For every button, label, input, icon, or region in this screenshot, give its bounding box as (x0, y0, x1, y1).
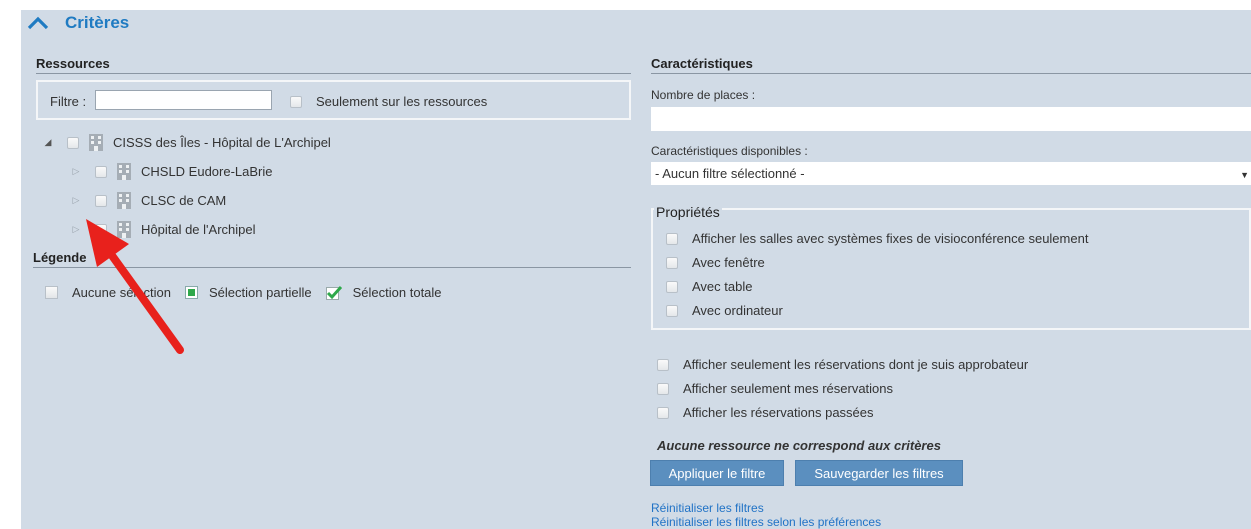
building-icon (117, 192, 131, 209)
legend-none-label: Aucune sélection (72, 285, 172, 300)
property-checkbox[interactable] (666, 256, 678, 269)
dropdown-caret-icon: ▼ (1240, 170, 1249, 180)
legend-partial-swatch (185, 286, 199, 299)
no-results-notice: Aucune ressource ne correspond aux critè… (657, 438, 941, 453)
tree-node-label[interactable]: CHSLD Eudore-LaBrie (141, 164, 273, 179)
option-approver[interactable]: Afficher seulement les réservations dont… (657, 357, 1028, 372)
checkmark-icon (325, 285, 342, 300)
tree-node-checkbox[interactable] (95, 223, 107, 236)
characteristics-section-title: Caractéristiques (651, 56, 1251, 74)
reset-filters-preferences-link[interactable]: Réinitialiser les filtres selon les préf… (651, 515, 881, 529)
property-checkbox[interactable] (666, 232, 678, 245)
tree-collapsed-icon[interactable]: ▷ (71, 195, 81, 206)
only-resources-label: Seulement sur les ressources (316, 94, 488, 109)
tree-node-child[interactable]: ▷ CLSC de CAM (71, 192, 226, 209)
property-option[interactable]: Avec ordinateur (666, 303, 783, 318)
tree-node-label[interactable]: CISSS des Îles - Hôpital de L'Archipel (113, 135, 331, 150)
tree-collapsed-icon[interactable]: ▷ (71, 166, 81, 177)
option-mine[interactable]: Afficher seulement mes réservations (657, 381, 893, 396)
legend-none-swatch (45, 286, 58, 299)
resources-section-title: Ressources (36, 56, 631, 74)
reset-filters-link[interactable]: Réinitialiser les filtres (651, 501, 764, 515)
only-resources-option[interactable]: Seulement sur les ressources (290, 94, 487, 109)
building-icon (117, 163, 131, 180)
only-resources-checkbox[interactable] (290, 95, 302, 108)
legend-section-title: Légende (33, 250, 631, 268)
tree-node-label[interactable]: CLSC de CAM (141, 193, 226, 208)
legend-partial-label: Sélection partielle (209, 285, 312, 300)
properties-title: Propriétés (654, 204, 722, 220)
option-label: Afficher seulement les réservations dont… (683, 357, 1029, 372)
tree-node-checkbox[interactable] (95, 194, 107, 207)
option-checkbox[interactable] (657, 382, 669, 395)
option-label: Afficher les réservations passées (683, 405, 874, 420)
property-label: Afficher les salles avec systèmes fixes … (692, 231, 1089, 246)
tree-node-root[interactable]: ◢ CISSS des Îles - Hôpital de L'Archipel (43, 134, 331, 151)
building-icon (117, 221, 131, 238)
criteria-panel: Critères Ressources Filtre : Seulement s… (21, 10, 1251, 529)
tree-node-child[interactable]: ▷ Hôpital de l'Archipel (71, 221, 256, 238)
building-icon (89, 134, 103, 151)
property-option[interactable]: Avec fenêtre (666, 255, 765, 270)
option-checkbox[interactable] (657, 406, 669, 419)
apply-filter-button[interactable]: Appliquer le filtre (650, 460, 784, 486)
chevron-up-icon[interactable] (27, 16, 49, 30)
property-option[interactable]: Avec table (666, 279, 752, 294)
tree-node-child[interactable]: ▷ CHSLD Eudore-LaBrie (71, 163, 273, 180)
legend-row: Aucune sélection Sélection partielle Sél… (45, 285, 442, 300)
property-label: Avec table (692, 279, 753, 294)
property-label: Avec fenêtre (692, 255, 765, 270)
save-filters-button[interactable]: Sauvegarder les filtres (795, 460, 963, 486)
select-value: - Aucun filtre sélectionné - (655, 166, 805, 181)
option-label: Afficher seulement mes réservations (683, 381, 894, 396)
property-checkbox[interactable] (666, 304, 678, 317)
tree-node-checkbox[interactable] (95, 165, 107, 178)
tree-node-checkbox[interactable] (67, 136, 79, 149)
option-checkbox[interactable] (657, 358, 669, 371)
filter-input[interactable] (95, 90, 272, 110)
property-checkbox[interactable] (666, 280, 678, 293)
places-label: Nombre de places : (651, 88, 756, 102)
filter-box: Filtre : Seulement sur les ressources (36, 80, 631, 120)
filter-label: Filtre : (50, 94, 87, 109)
available-characteristics-label: Caractéristiques disponibles : (651, 144, 808, 158)
places-input[interactable] (651, 107, 1251, 131)
tree-collapsed-icon[interactable]: ▷ (71, 224, 81, 235)
tree-expanded-icon[interactable]: ◢ (43, 137, 53, 148)
available-characteristics-select[interactable]: - Aucun filtre sélectionné - ▼ (651, 162, 1251, 185)
property-label: Avec ordinateur (692, 303, 783, 318)
property-option[interactable]: Afficher les salles avec systèmes fixes … (666, 231, 1088, 246)
tree-node-label[interactable]: Hôpital de l'Archipel (141, 222, 256, 237)
legend-total-label: Sélection totale (352, 285, 442, 300)
option-past[interactable]: Afficher les réservations passées (657, 405, 874, 420)
panel-title[interactable]: Critères (65, 10, 129, 36)
